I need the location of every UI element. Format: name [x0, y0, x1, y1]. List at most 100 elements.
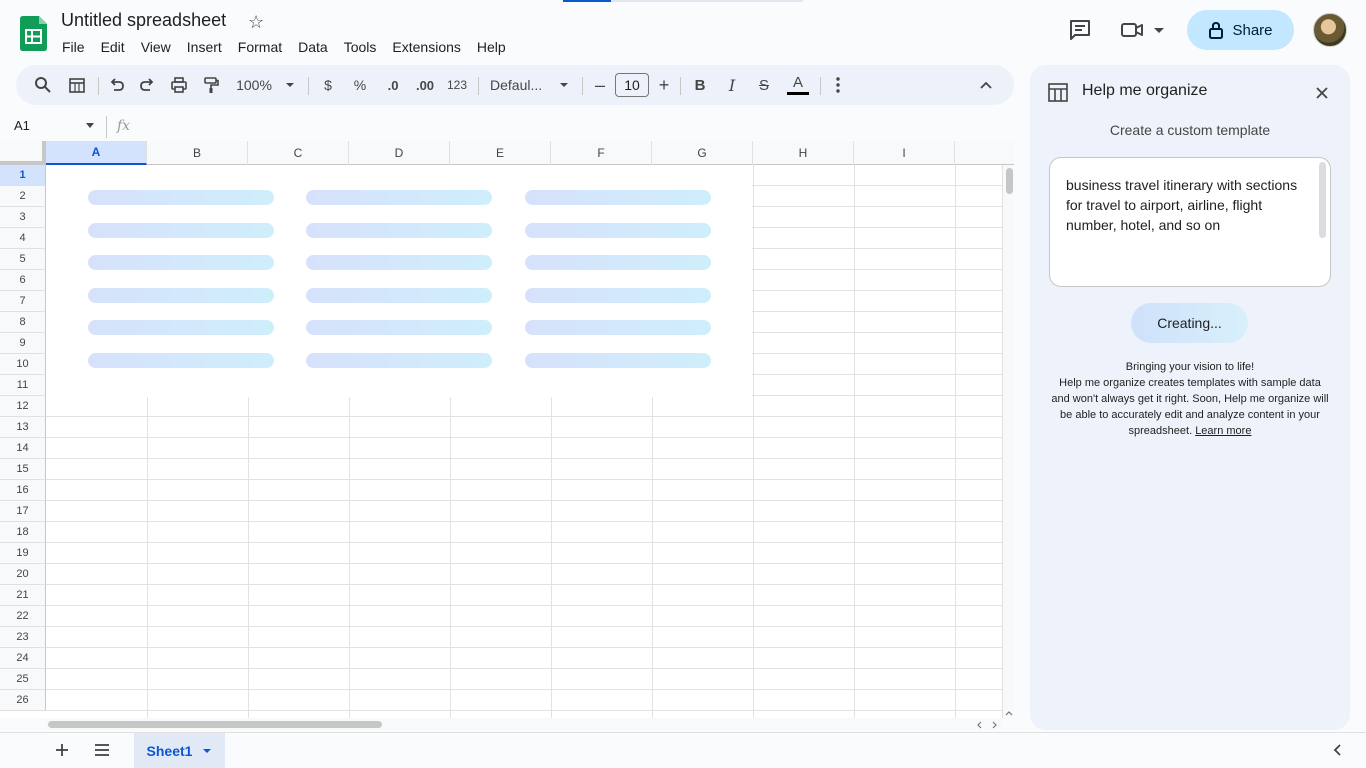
- row-header-9[interactable]: 9: [0, 333, 46, 354]
- column-header-d[interactable]: D: [349, 141, 450, 165]
- column-header-h[interactable]: H: [753, 141, 854, 165]
- sheets-logo-icon[interactable]: [20, 16, 47, 51]
- percent-format-button[interactable]: %: [348, 65, 372, 105]
- chevron-down-icon[interactable]: [86, 123, 94, 128]
- column-header-b[interactable]: B: [147, 141, 248, 165]
- collapse-toolbar-icon[interactable]: [974, 65, 998, 105]
- prompt-scrollbar[interactable]: [1319, 162, 1326, 238]
- row-header-23[interactable]: 23: [0, 627, 46, 648]
- more-options-icon[interactable]: [828, 65, 848, 105]
- row-header-19[interactable]: 19: [0, 543, 46, 564]
- row-header-5[interactable]: 5: [0, 249, 46, 270]
- comments-icon[interactable]: [1068, 18, 1092, 42]
- menu-format[interactable]: Format: [230, 37, 290, 57]
- template-prompt-input[interactable]: business travel itinerary with sections …: [1049, 157, 1331, 287]
- row-header-3[interactable]: 3: [0, 207, 46, 228]
- menu-tools[interactable]: Tools: [336, 37, 385, 57]
- scroll-up-icon[interactable]: [1005, 710, 1013, 716]
- row-header-8[interactable]: 8: [0, 312, 46, 333]
- meet-button[interactable]: [1120, 16, 1172, 44]
- menu-extensions[interactable]: Extensions: [384, 37, 468, 57]
- font-size-input[interactable]: 10: [615, 73, 649, 97]
- spreadsheet-grid[interactable]: ABCDEFGHI 1 2 3 4 5 6 7 8 9 10 11 12 13 14 15 16 17 18 19 2…: [0, 141, 1014, 718]
- column-header-g[interactable]: G: [652, 141, 753, 165]
- sheet-tab-sheet1[interactable]: Sheet1: [134, 733, 225, 768]
- row-header-14[interactable]: 14: [0, 438, 46, 459]
- learn-more-link[interactable]: Learn more: [1195, 425, 1251, 437]
- row-header-22[interactable]: 22: [0, 606, 46, 627]
- bold-button[interactable]: B: [688, 65, 712, 105]
- font-select[interactable]: Defaul...: [490, 65, 552, 105]
- share-button[interactable]: Share: [1187, 10, 1294, 50]
- chevron-down-icon[interactable]: [556, 65, 572, 105]
- horizontal-scrollbar[interactable]: [46, 718, 1002, 730]
- star-icon[interactable]: ☆: [248, 12, 264, 33]
- document-title[interactable]: Untitled spreadsheet: [61, 10, 226, 31]
- row-header-20[interactable]: 20: [0, 564, 46, 585]
- select-all-corner[interactable]: [0, 141, 46, 165]
- strikethrough-label: S: [758, 76, 769, 94]
- row-header-18[interactable]: 18: [0, 522, 46, 543]
- avatar[interactable]: [1313, 13, 1347, 47]
- row-header-11[interactable]: 11: [0, 375, 46, 396]
- chevron-down-icon[interactable]: [202, 748, 212, 754]
- currency-format-button[interactable]: $: [316, 65, 340, 105]
- row-header-2[interactable]: 2: [0, 186, 46, 207]
- row-header-16[interactable]: 16: [0, 480, 46, 501]
- menu-insert[interactable]: Insert: [179, 37, 230, 57]
- row-header-7[interactable]: 7: [0, 291, 46, 312]
- column-header-c[interactable]: C: [248, 141, 349, 165]
- menu-help[interactable]: Help: [469, 37, 514, 57]
- row-header-13[interactable]: 13: [0, 417, 46, 438]
- all-sheets-icon[interactable]: [92, 740, 112, 760]
- decrease-decimal-button[interactable]: .0: [380, 65, 406, 105]
- increase-decimal-button[interactable]: .00: [410, 65, 440, 105]
- menu-data[interactable]: Data: [290, 37, 336, 57]
- close-icon[interactable]: [1314, 85, 1330, 101]
- loading-bar-fill: [563, 0, 611, 2]
- add-sheet-icon[interactable]: [52, 740, 72, 760]
- increase-font-size-button[interactable]: +: [654, 65, 674, 105]
- column-header-a[interactable]: A: [46, 141, 147, 165]
- redo-icon[interactable]: [134, 65, 160, 105]
- row-header-4[interactable]: 4: [0, 228, 46, 249]
- print-icon[interactable]: [166, 65, 192, 105]
- number-format-button[interactable]: 123: [444, 65, 470, 105]
- calendar-grid-icon[interactable]: [64, 65, 90, 105]
- vertical-scrollbar[interactable]: [1002, 165, 1014, 718]
- row-header-21[interactable]: 21: [0, 585, 46, 606]
- column-header-f[interactable]: F: [551, 141, 652, 165]
- row-header-12[interactable]: 12: [0, 396, 46, 417]
- paint-format-icon[interactable]: [198, 65, 224, 105]
- row-gridline: [46, 500, 1002, 501]
- vertical-scrollbar-thumb[interactable]: [1006, 168, 1013, 194]
- column-header-i[interactable]: I: [854, 141, 955, 165]
- search-menus-icon[interactable]: [30, 65, 56, 105]
- decrease-font-size-button[interactable]: –: [590, 65, 610, 105]
- text-color-button[interactable]: A: [784, 65, 812, 105]
- zoom-select[interactable]: 100%: [232, 65, 276, 105]
- row-header-25[interactable]: 25: [0, 669, 46, 690]
- row-header-17[interactable]: 17: [0, 501, 46, 522]
- row-header-6[interactable]: 6: [0, 270, 46, 291]
- row-header-1[interactable]: 1: [0, 165, 46, 186]
- toolbar: 100% $ % .0 .00 123 Defaul... – 10 + B I…: [16, 65, 1014, 105]
- chevron-down-icon[interactable]: [282, 65, 298, 105]
- menu-view[interactable]: View: [133, 37, 179, 57]
- row-header-15[interactable]: 15: [0, 459, 46, 480]
- italic-button[interactable]: I: [720, 65, 744, 105]
- menu-edit[interactable]: Edit: [93, 37, 133, 57]
- strikethrough-button[interactable]: S: [752, 65, 776, 105]
- menu-file[interactable]: File: [54, 37, 93, 57]
- undo-icon[interactable]: [104, 65, 130, 105]
- name-box[interactable]: A1: [14, 118, 30, 133]
- row-header-26[interactable]: 26: [0, 690, 46, 711]
- row-header-10[interactable]: 10: [0, 354, 46, 375]
- horizontal-scrollbar-thumb[interactable]: [48, 721, 382, 728]
- expand-side-panel-icon[interactable]: [1330, 742, 1346, 758]
- column-header-e[interactable]: E: [450, 141, 551, 165]
- creating-button[interactable]: Creating...: [1131, 303, 1248, 343]
- row-header-24[interactable]: 24: [0, 648, 46, 669]
- scroll-right-icon[interactable]: [992, 721, 998, 729]
- scroll-left-icon[interactable]: [976, 721, 982, 729]
